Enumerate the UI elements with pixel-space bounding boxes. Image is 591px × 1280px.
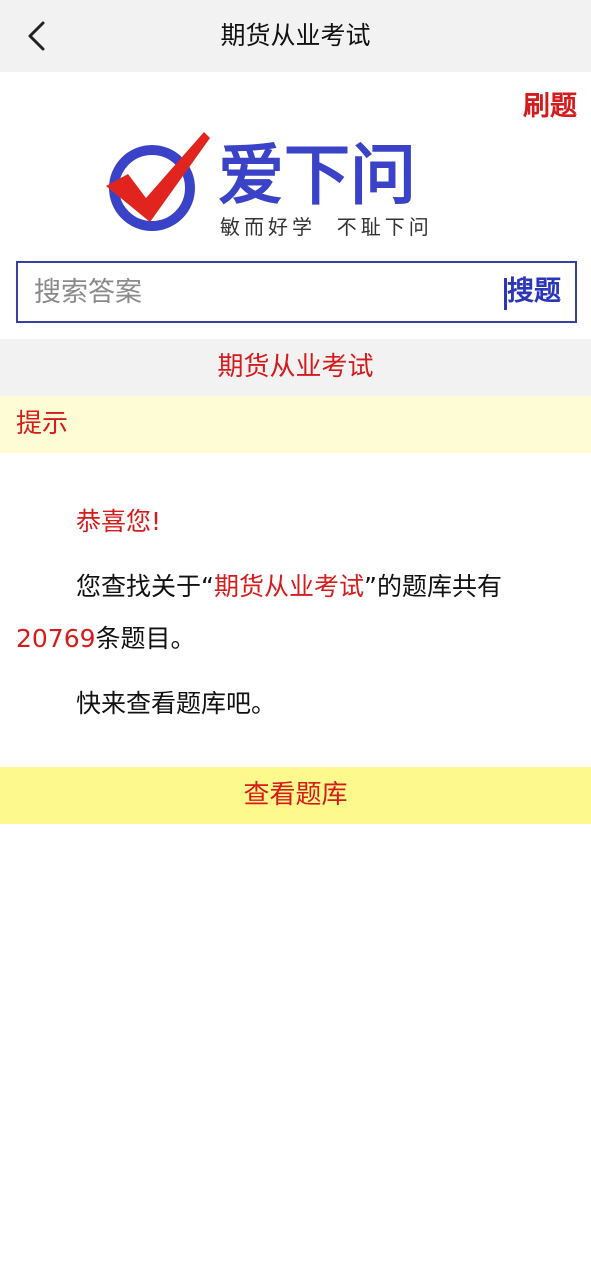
search-button[interactable]: 搜题 (507, 263, 561, 321)
prompt-label: 快来查看题库吧。 (76, 689, 277, 718)
quote-open: “ (201, 572, 214, 601)
shuati-button[interactable]: 刷题 (523, 84, 577, 123)
summary-middle: 的题库共有 (376, 572, 502, 601)
result-summary-text: 您查找关于“期货从业考试”的题库共有 20769条题目。 (16, 561, 576, 665)
quote-close: ” (363, 572, 377, 601)
greeting-label: 恭喜您! (76, 507, 162, 536)
prompt-text: 快来查看题库吧。 (16, 678, 576, 730)
question-count: 20769 (16, 624, 96, 653)
logo-slogan-text: 敏而好学 不耻下问 (220, 215, 433, 239)
search-keyword: 期货从业考试 (213, 572, 364, 601)
view-question-bank-button[interactable]: 查看题库 (0, 767, 591, 824)
search-input[interactable] (34, 263, 474, 321)
summary-suffix: 条题目。 (95, 624, 196, 653)
aixiawen-logo: 爱下问 敏而好学 不耻下问 (106, 132, 433, 239)
tip-header: 提示 (0, 396, 591, 453)
page-title: 期货从业考试 (220, 21, 371, 50)
greeting-text: 恭喜您! (16, 496, 576, 548)
summary-prefix: 您查找关于 (76, 572, 202, 601)
search-box: 搜题 (16, 261, 577, 323)
top-nav-bar: 期货从业考试 (0, 0, 591, 72)
section-title: 期货从业考试 (0, 339, 591, 396)
logo-brand-text: 爱下问 (218, 137, 416, 214)
red-check-mark-circle-icon (106, 132, 210, 231)
